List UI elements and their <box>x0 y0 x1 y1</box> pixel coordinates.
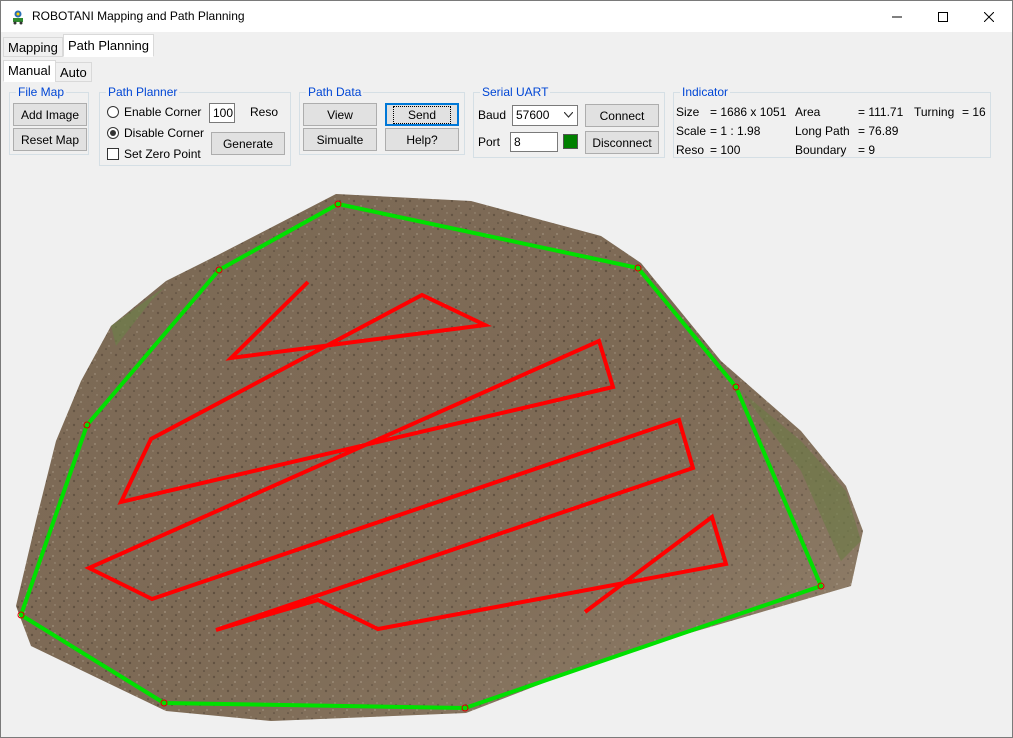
map-canvas[interactable] <box>1 1 1012 737</box>
app-window: ROBOTANI Mapping and Path Planning Mappi… <box>0 0 1013 738</box>
